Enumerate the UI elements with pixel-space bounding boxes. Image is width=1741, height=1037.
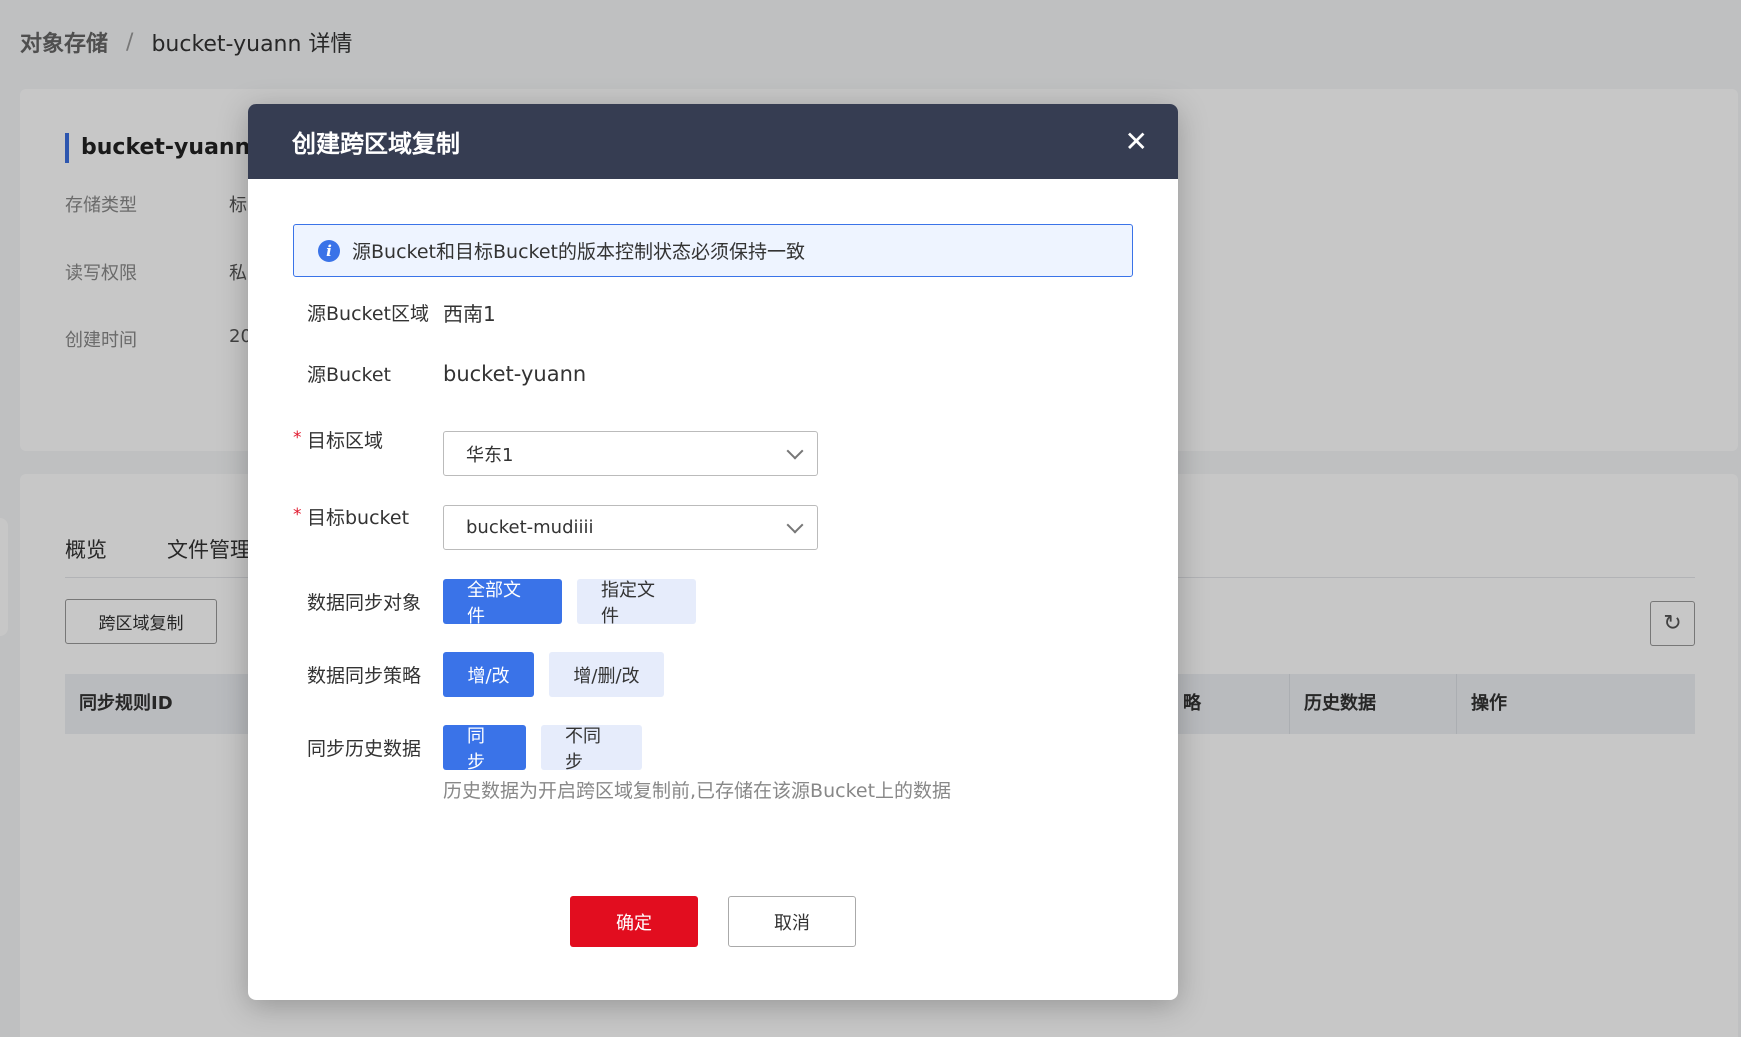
confirm-button[interactable]: 确定 <box>570 896 698 947</box>
target-region-label: * 目标区域 <box>293 426 443 453</box>
required-mark: * <box>293 428 302 448</box>
sync-policy-row: 数据同步策略 增/改 增/删/改 <box>293 652 664 697</box>
chevron-down-icon <box>786 516 804 533</box>
sync-object-toggle: 全部文件 指定文件 <box>443 579 696 627</box>
alert-text: 源Bucket和目标Bucket的版本控制状态必须保持一致 <box>352 241 805 263</box>
source-region-value: 西南1 <box>443 302 496 326</box>
policy-add-delete-modify-button[interactable]: 增/删/改 <box>549 652 664 697</box>
target-bucket-selected: bucket-mudiiii <box>466 517 594 538</box>
sync-object-label: 数据同步对象 <box>307 592 422 614</box>
sync-policy-toggle: 增/改 增/删/改 <box>443 652 664 697</box>
sync-specified-files-button[interactable]: 指定文件 <box>577 579 696 627</box>
history-hint-text: 历史数据为开启跨区域复制前,已存储在该源Bucket上的数据 <box>443 780 952 802</box>
source-region-row: 源Bucket区域 西南1 <box>293 298 496 327</box>
sync-history-toggle: 同步 不同步 <box>443 725 642 773</box>
target-bucket-label: * 目标bucket <box>293 503 443 530</box>
target-bucket-row: * 目标bucket bucket-mudiiii <box>293 505 818 550</box>
source-region-label: 源Bucket区域 <box>307 303 429 325</box>
sync-all-files-button[interactable]: 全部文件 <box>443 579 562 627</box>
target-region-selected: 华东1 <box>466 444 514 466</box>
policy-add-modify-button[interactable]: 增/改 <box>443 652 534 697</box>
version-alert: i 源Bucket和目标Bucket的版本控制状态必须保持一致 <box>293 224 1133 277</box>
target-region-select[interactable]: 华东1 <box>443 431 818 476</box>
source-bucket-label: 源Bucket <box>307 364 391 386</box>
sync-object-row: 数据同步对象 全部文件 指定文件 <box>293 579 696 627</box>
target-region-row: * 目标区域 华东1 <box>293 428 818 476</box>
source-bucket-value: bucket-yuann <box>443 361 587 386</box>
cancel-button[interactable]: 取消 <box>728 896 856 947</box>
close-icon[interactable]: ✕ <box>1125 127 1148 156</box>
info-icon: i <box>318 239 340 262</box>
sync-history-label: 同步历史数据 <box>307 738 422 760</box>
target-bucket-select[interactable]: bucket-mudiiii <box>443 505 818 550</box>
sync-history-row: 同步历史数据 同步 不同步 <box>293 725 642 773</box>
required-mark: * <box>293 505 302 525</box>
history-no-sync-button[interactable]: 不同步 <box>541 725 642 773</box>
dialog-header: 创建跨区域复制 ✕ <box>248 104 1178 179</box>
chevron-down-icon <box>786 442 804 459</box>
source-bucket-row: 源Bucket bucket-yuann <box>293 360 586 387</box>
dialog-title: 创建跨区域复制 <box>292 130 460 158</box>
history-sync-button[interactable]: 同步 <box>443 725 526 773</box>
target-bucket-label-text: 目标bucket <box>307 507 410 529</box>
target-region-label-text: 目标区域 <box>307 430 384 452</box>
sync-policy-label: 数据同步策略 <box>307 665 422 687</box>
dialog-footer: 确定 取消 <box>248 896 1178 947</box>
create-replication-dialog: 创建跨区域复制 ✕ i 源Bucket和目标Bucket的版本控制状态必须保持一… <box>248 104 1178 1000</box>
